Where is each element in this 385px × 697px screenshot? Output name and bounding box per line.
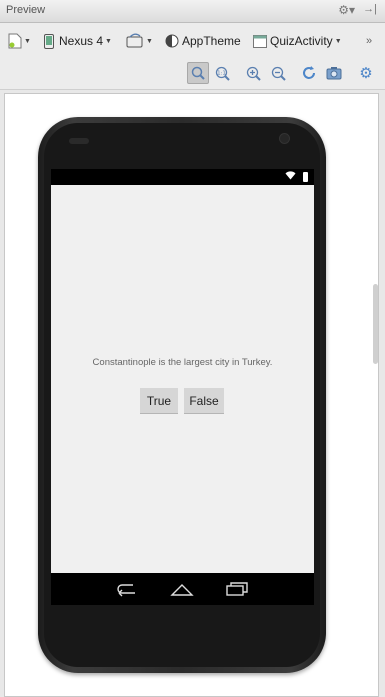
actual-size-label: 1:1 xyxy=(217,70,226,76)
screenshot-button[interactable] xyxy=(323,62,345,84)
zoom-in-icon xyxy=(246,66,261,81)
activity-dropdown[interactable]: QuizActivity ▼ xyxy=(253,32,342,50)
speaker-grille xyxy=(69,138,89,144)
zoom-fit-icon xyxy=(191,66,205,80)
activity-label: QuizActivity xyxy=(270,34,333,48)
zoom-out-button[interactable] xyxy=(267,62,289,84)
phone-icon xyxy=(44,33,54,49)
zoom-in-button[interactable] xyxy=(242,62,264,84)
device-dropdown[interactable]: Nexus 4 ▼ xyxy=(44,32,112,50)
true-button[interactable]: True xyxy=(140,388,178,414)
refresh-icon xyxy=(303,66,315,79)
panel-title: Preview xyxy=(6,4,46,16)
zoom-out-icon xyxy=(271,66,286,81)
hide-panel-icon[interactable]: →| xyxy=(363,3,377,15)
config-toolbar: ▼ Nexus 4 ▼ ▼ AppTheme QuizActivity ▼ » xyxy=(0,23,385,59)
status-bar xyxy=(51,169,314,185)
home-icon[interactable] xyxy=(170,581,194,597)
actual-size-button[interactable]: 1:1 xyxy=(212,62,234,84)
chevron-down-icon: ▼ xyxy=(334,37,342,45)
chevron-down-icon: ▼ xyxy=(146,37,153,45)
front-camera xyxy=(279,133,290,144)
chevron-down-icon: ▼ xyxy=(24,37,31,45)
device-label: Nexus 4 xyxy=(59,34,104,48)
zoom-to-fit-button[interactable] xyxy=(187,62,209,84)
toolbar-overflow[interactable]: » xyxy=(366,32,372,50)
preview-titlebar: Preview ⚙▾ →| xyxy=(0,0,385,23)
camera-icon xyxy=(326,67,342,80)
false-button[interactable]: False xyxy=(184,388,224,414)
configuration-dropdown[interactable]: ▼ xyxy=(8,32,31,50)
theme-selector[interactable]: AppTheme xyxy=(165,32,241,50)
device-screen: Constantinople is the largest city in Tu… xyxy=(51,169,314,605)
theme-icon xyxy=(165,34,179,48)
navigation-bar xyxy=(51,573,314,605)
vertical-scrollbar[interactable] xyxy=(373,284,378,364)
rotate-device-icon xyxy=(126,33,143,48)
back-icon[interactable] xyxy=(115,581,139,597)
gear-icon: ⚙ xyxy=(359,65,373,82)
battery-icon xyxy=(303,172,308,182)
orientation-dropdown[interactable]: ▼ xyxy=(126,32,153,50)
android-file-icon xyxy=(8,33,22,49)
theme-label: AppTheme xyxy=(182,34,241,48)
zoom-toolbar: 1:1 ⚙ xyxy=(0,59,385,90)
activity-icon xyxy=(253,34,267,48)
question-text: Constantinople is the largest city in Tu… xyxy=(92,357,273,368)
chevron-down-icon: ▼ xyxy=(105,37,112,45)
zoom-actual-size-icon: 1:1 xyxy=(215,66,230,81)
refresh-button[interactable] xyxy=(298,62,320,84)
recent-apps-icon[interactable] xyxy=(225,581,249,597)
gear-icon[interactable]: ⚙▾ xyxy=(338,3,355,17)
settings-button[interactable]: ⚙ xyxy=(355,62,377,84)
wifi-icon xyxy=(285,170,296,183)
